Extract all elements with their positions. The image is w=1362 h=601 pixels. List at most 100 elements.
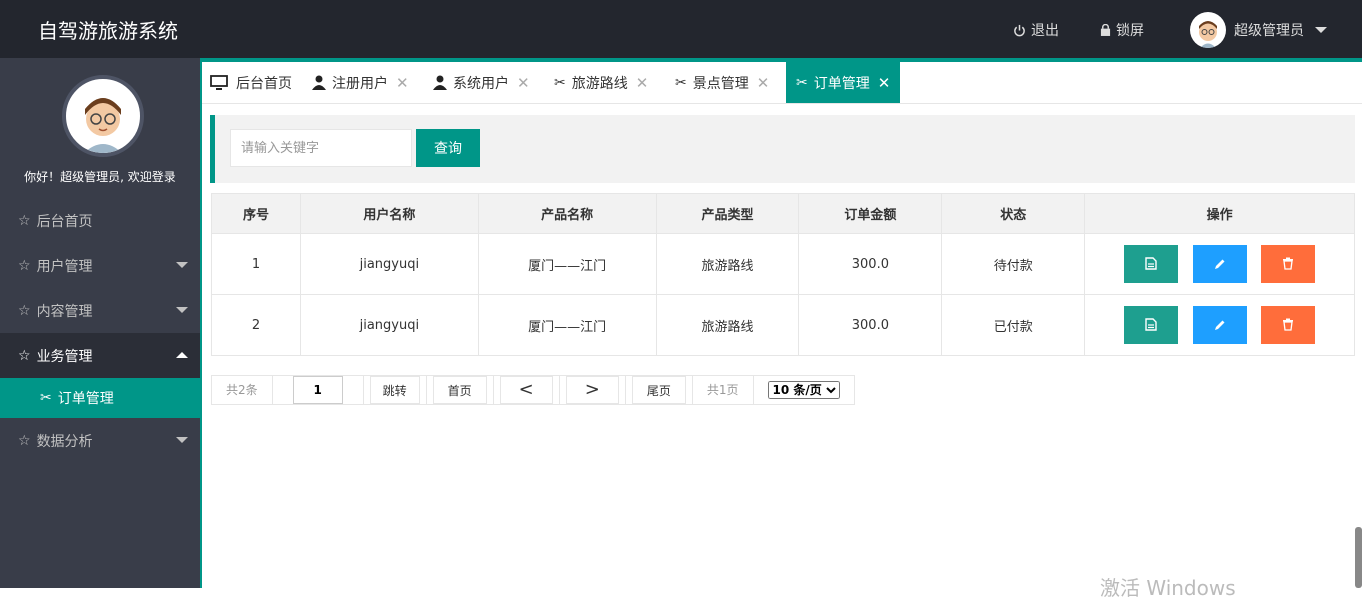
trash-icon [1282,318,1293,331]
sidebar-avatar [62,75,144,157]
delete-button[interactable] [1260,306,1315,344]
pager-prev-wrap: < [493,376,560,404]
star-icon: ☆ [18,257,31,274]
pencil-icon [1214,320,1225,330]
sidebar-item-analytics[interactable]: ☆ 数据分析 [0,418,200,463]
search-button[interactable]: 查询 [416,129,480,167]
pagination: 共2条 跳转 首页 < > 尾页 共1页 10 条/页 [211,375,855,405]
close-icon[interactable]: ✕ [636,74,649,92]
edit-button[interactable] [1192,245,1247,283]
sidebar-item-content[interactable]: ☆ 内容管理 [0,288,200,333]
sidebar-item-label: 业务管理 [36,348,93,365]
table-cell: 厦门——江门 [477,294,657,356]
column-header: 序号 [211,193,301,234]
star-icon: ☆ [18,347,31,364]
sidebar-item-users[interactable]: ☆ 用户管理 [0,243,200,288]
star-icon: ☆ [18,432,31,449]
pager-jump-wrap: 跳转 [363,376,427,404]
actions-cell [1084,233,1355,295]
tab-label: 系统用户 [453,75,509,92]
close-icon[interactable]: ✕ [757,74,770,92]
chevron-up-icon [176,352,188,358]
user-icon [433,75,447,90]
logout-button[interactable]: 退出 [1013,20,1059,40]
app-title: 自驾游旅游系统 [38,19,178,43]
scrollbar[interactable] [1355,527,1362,588]
tools-icon: ✂ [554,74,566,91]
column-header: 产品类型 [655,193,800,234]
top-bar: 自驾游旅游系统 退出 锁屏 超级管理员 [0,0,1362,58]
tab-system-users[interactable]: 系统用户 ✕ [433,62,530,103]
column-header: 操作 [1084,193,1355,234]
column-header: 状态 [941,193,1086,234]
view-button[interactable] [1124,306,1179,344]
tab-travel-routes[interactable]: ✂ 旅游路线 ✕ [554,62,648,103]
sidebar: 你好！超级管理员, 欢迎登录 ☆ 后台首页 ☆ 用户管理 ☆ 内容管理 ☆ 业务… [0,58,200,588]
prev-page-button[interactable]: < [499,376,553,404]
tab-label: 旅游路线 [571,75,628,92]
page-number-input[interactable] [292,376,343,404]
orders-table: 序号 用户名称 产品名称 产品类型 订单金额 状态 操作 1 jiangyuqi… [211,193,1355,356]
next-page-button[interactable]: > [565,376,619,404]
table-cell: 旅游路线 [655,233,800,295]
delete-button[interactable] [1260,245,1315,283]
table-cell: 已付款 [941,294,1086,356]
close-icon[interactable]: ✕ [517,74,530,92]
user-icon [312,75,326,90]
monitor-icon [210,74,228,90]
pager-next-wrap: > [559,376,626,404]
table-cell: jiangyuqi [299,294,479,356]
table-row: 1 jiangyuqi 厦门——江门 旅游路线 300.0 待付款 [211,233,1355,295]
first-page-button[interactable]: 首页 [432,376,487,404]
column-header: 用户名称 [299,193,479,234]
welcome-text: 你好！超级管理员, 欢迎登录 [24,170,176,184]
table-cell: 待付款 [941,233,1086,295]
windows-activation-watermark: 激活 Windows [1100,576,1236,600]
jump-button[interactable]: 跳转 [369,376,420,404]
table-row: 2 jiangyuqi 厦门——江门 旅游路线 300.0 已付款 [211,294,1355,356]
search-bar: 查询 [210,115,1355,183]
table-cell: 厦门——江门 [477,233,657,295]
close-icon[interactable]: ✕ [878,74,891,92]
pager-last-wrap: 尾页 [625,376,693,404]
actions-cell [1084,294,1355,356]
sidebar-item-home[interactable]: ☆ 后台首页 [0,198,200,243]
pager-first-wrap: 首页 [426,376,494,404]
table-cell: 1 [211,233,301,295]
page-size-select[interactable]: 10 条/页 [767,381,840,399]
sidebar-item-label: 数据分析 [36,433,93,450]
edit-button[interactable] [1192,306,1247,344]
tab-registered-users[interactable]: 注册用户 ✕ [312,62,409,103]
tab-orders[interactable]: ✂ 订单管理 ✕ [786,62,901,103]
lock-icon [1100,24,1111,36]
tools-icon: ✂ [796,74,808,91]
pencil-icon [1214,259,1225,269]
close-icon[interactable]: ✕ [396,74,409,92]
user-menu-caret-icon[interactable] [1315,27,1327,33]
last-page-button[interactable]: 尾页 [631,376,686,404]
table-cell: 300.0 [798,233,943,295]
user-name[interactable]: 超级管理员 [1234,20,1304,40]
sidebar-subitem-label: 订单管理 [57,391,114,407]
pager-size-wrap: 10 条/页 [753,376,854,404]
pager-input-wrap [272,376,364,404]
user-avatar[interactable] [1190,12,1226,48]
search-input[interactable] [230,129,412,167]
power-icon [1014,24,1025,36]
tab-bar: 后台首页 注册用户 ✕ 系统用户 ✕ ✂ 旅游路线 ✕ ✂ 景点管理 ✕ ✂ 订… [202,62,1362,104]
table-cell: 旅游路线 [655,294,800,356]
table-cell: 300.0 [798,294,943,356]
document-icon [1145,318,1158,331]
lock-screen-button[interactable]: 锁屏 [1100,20,1144,40]
tab-attractions[interactable]: ✂ 景点管理 ✕ [675,62,769,103]
sidebar-item-label: 用户管理 [36,258,93,275]
column-header: 产品名称 [477,193,657,234]
chevron-down-icon [176,437,188,443]
tab-home[interactable]: 后台首页 [210,62,292,103]
pager-pages: 共1页 [692,376,754,404]
sidebar-item-business[interactable]: ☆ 业务管理 [0,333,200,378]
view-button[interactable] [1124,245,1179,283]
sidebar-item-label: 内容管理 [36,303,93,320]
tab-label: 订单管理 [813,75,870,92]
sidebar-subitem-orders[interactable]: ✂ 订单管理 [0,378,200,418]
